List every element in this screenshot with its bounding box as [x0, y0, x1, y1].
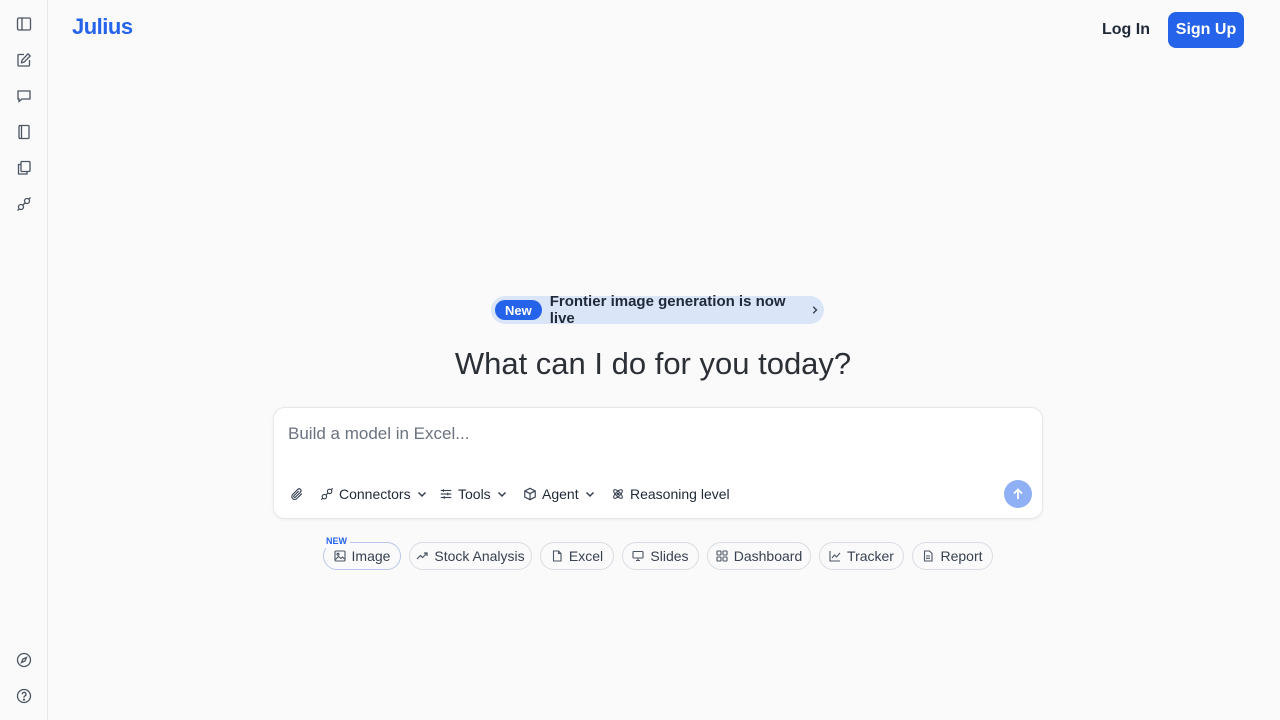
chip-label: Slides	[650, 548, 689, 564]
help-icon[interactable]	[12, 684, 36, 708]
signup-button[interactable]: Sign Up	[1168, 12, 1244, 48]
tools-label: Tools	[458, 486, 491, 502]
line-chart-icon	[829, 551, 841, 562]
chip-dashboard[interactable]: Dashboard	[707, 542, 811, 570]
chevron-down-icon	[417, 491, 426, 498]
attach-button[interactable]	[290, 484, 304, 504]
prompt-input[interactable]	[288, 422, 1008, 446]
cube-icon	[524, 487, 536, 501]
chevron-right-icon	[812, 306, 818, 314]
connectors-icon[interactable]	[12, 192, 36, 216]
chip-label: Image	[351, 548, 391, 564]
trending-up-icon	[416, 552, 428, 560]
new-chat-icon[interactable]	[12, 48, 36, 72]
paperclip-icon	[291, 488, 303, 501]
announcement-banner[interactable]: New Frontier image generation is now liv…	[491, 293, 824, 327]
chip-stock-analysis[interactable]: Stock Analysis	[409, 542, 532, 570]
chip-label: Report	[940, 548, 983, 564]
connectors-dropdown[interactable]: Connectors	[320, 484, 428, 504]
presentation-icon	[632, 550, 644, 562]
image-icon	[333, 550, 346, 562]
chip-label: Excel	[568, 548, 604, 564]
chip-label: Dashboard	[733, 548, 803, 564]
chevron-down-icon	[585, 491, 594, 498]
document-icon	[924, 550, 934, 562]
announcement-text: Frontier image generation is now live	[549, 293, 786, 327]
send-button[interactable]	[1004, 480, 1032, 508]
chats-icon[interactable]	[12, 84, 36, 108]
plug-icon	[320, 487, 334, 501]
explore-icon[interactable]	[12, 648, 36, 672]
chip-slides[interactable]: Slides	[622, 542, 699, 570]
prompt-composer: Connectors Tools Agent Reasoning level	[273, 407, 1043, 519]
page-title: What can I do for you today?	[454, 346, 852, 381]
chip-label: Tracker	[847, 548, 894, 564]
arrow-up-icon	[1013, 488, 1023, 499]
reasoning-level-button[interactable]: Reasoning level	[611, 484, 730, 504]
files-icon[interactable]	[12, 156, 36, 180]
atom-icon	[613, 489, 623, 499]
chip-label: Stock Analysis	[434, 548, 525, 564]
notebook-icon[interactable]	[12, 120, 36, 144]
agent-label: Agent	[542, 486, 579, 502]
tools-dropdown[interactable]: Tools	[439, 484, 508, 504]
sidebar-toggle-icon[interactable]	[12, 12, 36, 36]
chip-excel[interactable]: Excel	[540, 542, 614, 570]
new-tag: NEW	[323, 536, 350, 548]
connectors-label: Connectors	[339, 486, 411, 502]
file-icon	[552, 550, 562, 562]
agent-dropdown[interactable]: Agent	[523, 484, 596, 504]
dashboard-icon	[716, 550, 728, 562]
chip-report[interactable]: Report	[912, 542, 993, 570]
logo[interactable]: Julius	[72, 14, 133, 40]
login-button[interactable]: Log In	[1094, 12, 1158, 48]
sliders-icon	[440, 489, 452, 499]
chip-tracker[interactable]: Tracker	[819, 542, 904, 570]
new-badge: New	[495, 300, 542, 320]
chevron-down-icon	[497, 491, 506, 498]
reasoning-label: Reasoning level	[630, 486, 730, 502]
